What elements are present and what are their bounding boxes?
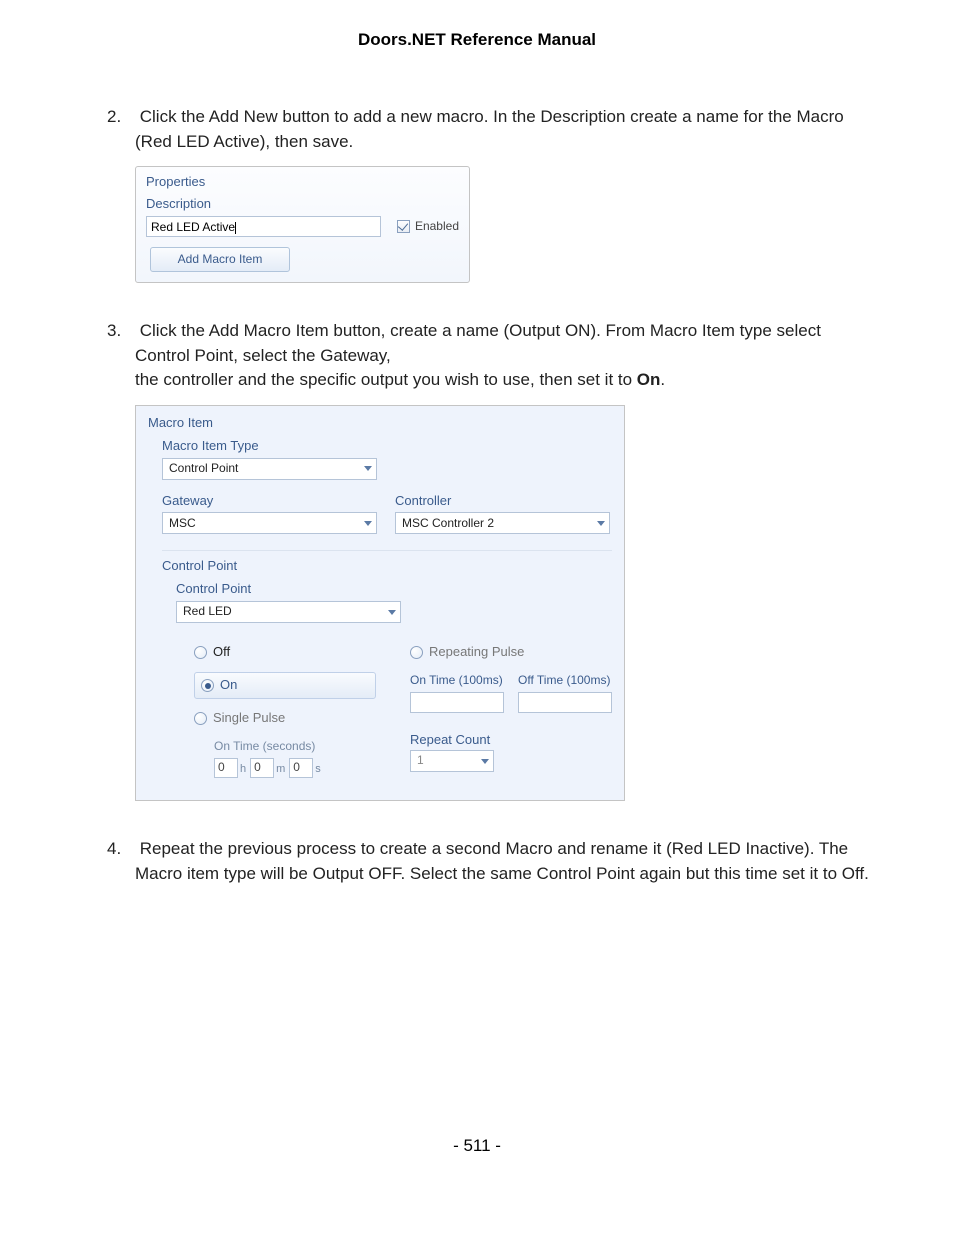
gateway-label: Gateway (162, 492, 379, 511)
repeat-count-value: 1 (417, 752, 424, 769)
macro-item-type-value: Control Point (169, 460, 238, 477)
step-text: the controller and the specific output y… (135, 370, 637, 389)
gateway-combo[interactable]: MSC (162, 512, 377, 534)
offtime-100ms-label: Off Time (100ms) (518, 672, 612, 689)
step-number: 3. (107, 319, 135, 344)
screenshot-macro-item: Macro Item Macro Item Type Control Point… (135, 405, 625, 801)
add-macro-item-button[interactable]: Add Macro Item (150, 247, 290, 272)
control-point-group-title: Control Point (162, 557, 612, 576)
radio-single-pulse[interactable]: Single Pulse (194, 709, 376, 728)
control-point-label: Control Point (176, 580, 612, 599)
radio-icon (410, 646, 423, 659)
enabled-label: Enabled (415, 218, 459, 235)
description-value: Red LED Active (151, 220, 235, 234)
gateway-value: MSC (169, 515, 196, 532)
radio-off[interactable]: Off (194, 643, 376, 662)
hours-unit: h (240, 762, 246, 778)
macro-item-header: Macro Item (148, 414, 612, 433)
ontime-seconds-label: On Time (seconds) (214, 738, 376, 755)
screenshot-properties: Properties Description Red LED Active En… (135, 166, 470, 283)
properties-header: Properties (146, 173, 459, 192)
control-point-combo[interactable]: Red LED (176, 601, 401, 623)
controller-value: MSC Controller 2 (402, 515, 494, 532)
radio-off-label: Off (213, 643, 230, 662)
chevron-down-icon (597, 521, 605, 526)
step-text: . (660, 370, 665, 389)
step-number: 4. (107, 837, 135, 862)
controller-label: Controller (395, 492, 612, 511)
minutes-input[interactable]: 0 (250, 758, 274, 778)
offtime-100ms-input[interactable] (518, 692, 612, 713)
seconds-unit: s (315, 762, 321, 778)
macro-item-type-label: Macro Item Type (162, 437, 612, 456)
page-title: Doors.NET Reference Manual (80, 30, 874, 50)
chevron-down-icon (481, 759, 489, 764)
controller-combo[interactable]: MSC Controller 2 (395, 512, 610, 534)
description-label: Description (146, 195, 459, 214)
repeat-count-combo[interactable]: 1 (410, 750, 494, 772)
enabled-checkbox[interactable]: Enabled (397, 218, 459, 235)
chevron-down-icon (388, 610, 396, 615)
radio-repeating-pulse-label: Repeating Pulse (429, 643, 524, 662)
chevron-down-icon (364, 466, 372, 471)
radio-icon (194, 646, 207, 659)
step-text: Click the Add Macro Item button, create … (135, 321, 821, 365)
seconds-input[interactable]: 0 (289, 758, 313, 778)
control-point-value: Red LED (183, 603, 232, 620)
description-input[interactable]: Red LED Active (146, 216, 381, 237)
radio-single-pulse-label: Single Pulse (213, 709, 285, 728)
radio-on[interactable]: On (194, 672, 376, 699)
radio-on-label: On (220, 676, 237, 695)
radio-icon (201, 679, 214, 692)
hours-input[interactable]: 0 (214, 758, 238, 778)
minutes-unit: m (276, 762, 285, 778)
step-text: Repeat the previous process to create a … (135, 839, 869, 883)
ontime-100ms-input[interactable] (410, 692, 504, 713)
check-icon (397, 220, 410, 233)
page-number: - 511 - (80, 1136, 874, 1156)
radio-repeating-pulse[interactable]: Repeating Pulse (410, 643, 612, 662)
radio-icon (194, 712, 207, 725)
macro-item-type-combo[interactable]: Control Point (162, 458, 377, 480)
step-text: Click the Add New button to add a new ma… (135, 107, 844, 151)
chevron-down-icon (364, 521, 372, 526)
step-number: 2. (107, 105, 135, 130)
repeat-count-label: Repeat Count (410, 731, 612, 750)
ontime-100ms-label: On Time (100ms) (410, 672, 504, 689)
step-text-bold: On (637, 370, 661, 389)
